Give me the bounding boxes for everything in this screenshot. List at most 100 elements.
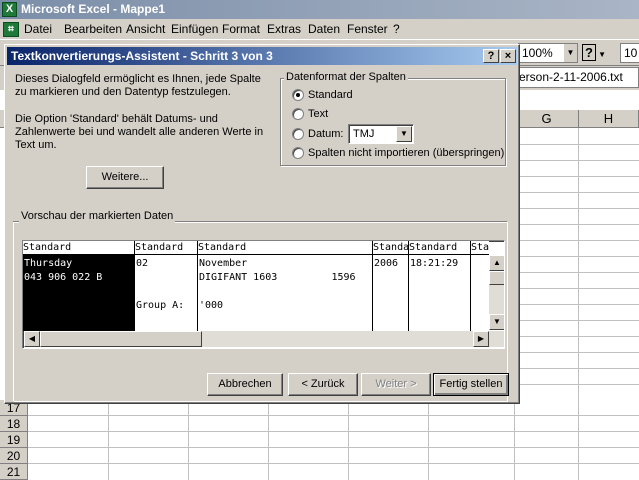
preview-cell: Thursday bbox=[24, 258, 73, 269]
menu-einfuegen[interactable]: Einfügen bbox=[171, 22, 218, 37]
excel-app-icon[interactable]: X bbox=[2, 2, 17, 17]
excel-title-bar: X Microsoft Excel - Mappe1 bbox=[0, 0, 639, 19]
preview-label: Vorschau der markierten Daten bbox=[19, 210, 176, 223]
gridline bbox=[520, 160, 639, 161]
intro-text: Dieses Dialogfeld ermöglicht es Ihnen, j… bbox=[15, 73, 261, 98]
zoom-select[interactable]: 100% ▼ bbox=[518, 43, 578, 63]
info-text: Die Option 'Standard' behält Datums- und… bbox=[15, 113, 264, 151]
zoom-value: 100% bbox=[522, 46, 553, 60]
scroll-thumb[interactable] bbox=[489, 271, 504, 285]
preview-column-6[interactable]: Standa bbox=[471, 241, 489, 331]
gridline bbox=[28, 463, 639, 464]
gridline bbox=[428, 398, 429, 480]
scroll-left-icon[interactable]: ◀ bbox=[24, 331, 40, 347]
menu-datei[interactable]: Datei bbox=[24, 22, 52, 37]
radio-skip[interactable]: Spalten nicht importieren (überspringen) bbox=[292, 146, 504, 161]
radio-standard-label: Standard bbox=[308, 89, 353, 101]
menu-format[interactable]: Format bbox=[222, 22, 260, 37]
gridline bbox=[520, 304, 639, 305]
preview-cell: November bbox=[199, 258, 248, 269]
preview-cell: '000 bbox=[199, 300, 224, 311]
preview-column-header: Standa bbox=[471, 241, 489, 255]
gridline bbox=[520, 176, 639, 177]
date-format-value: TMJ bbox=[353, 128, 375, 140]
menu-daten[interactable]: Daten bbox=[308, 22, 340, 37]
radio-selected-icon bbox=[292, 89, 304, 101]
chevron-down-icon: ▼ bbox=[563, 44, 577, 62]
menu-extras[interactable]: Extras bbox=[267, 22, 301, 37]
menu-ansicht[interactable]: Ansicht bbox=[126, 22, 165, 37]
row-header-18[interactable]: 18 bbox=[0, 416, 28, 432]
excel-window-title: Microsoft Excel - Mappe1 bbox=[21, 2, 166, 16]
text-import-wizard-dialog: Textkonvertierungs-Assistent - Schritt 3… bbox=[4, 44, 520, 404]
menu-help[interactable]: ? bbox=[393, 22, 400, 37]
dialog-help-button[interactable]: ? bbox=[483, 49, 499, 63]
gridline bbox=[520, 320, 639, 321]
preview-cell: 02 bbox=[136, 258, 149, 269]
radio-standard[interactable]: Standard bbox=[292, 88, 492, 103]
back-button[interactable]: < Zurück bbox=[288, 373, 358, 396]
preview-cell: Group A: bbox=[136, 300, 185, 311]
chevron-down-icon[interactable]: ▼ bbox=[396, 126, 412, 142]
gridline bbox=[348, 398, 349, 480]
menu-bearbeiten[interactable]: Bearbeiten bbox=[64, 22, 122, 37]
row-header-21[interactable]: 21 bbox=[0, 464, 28, 480]
font-size-select[interactable]: 10 bbox=[620, 43, 639, 63]
dialog-title: Textkonvertierungs-Assistent - Schritt 3… bbox=[11, 49, 273, 63]
gridline bbox=[520, 336, 639, 337]
radio-unselected-icon bbox=[292, 128, 304, 140]
preview-horizontal-scrollbar[interactable]: ◀ ▶ bbox=[24, 331, 504, 347]
gridline bbox=[520, 352, 639, 353]
finish-button[interactable]: Fertig stellen bbox=[433, 373, 509, 396]
formula-input[interactable]: erson-2-11-2006.txt bbox=[512, 67, 639, 88]
radio-date[interactable]: Datum: bbox=[292, 127, 352, 142]
radio-unselected-icon bbox=[292, 147, 304, 159]
gridline bbox=[108, 398, 109, 480]
preview-column-3[interactable]: Standard November DIGIFANT 1603 1596 '00… bbox=[198, 241, 373, 331]
help-button[interactable]: ? ▼ bbox=[582, 43, 610, 63]
preview-column-4[interactable]: Standard 2006 bbox=[373, 241, 409, 331]
preview-column-header: Standard bbox=[135, 241, 197, 255]
workbook-icon[interactable]: ⌗ bbox=[3, 22, 19, 37]
column-header-g[interactable]: G bbox=[515, 110, 579, 128]
preview-column-header: Standard bbox=[409, 241, 470, 255]
preview-column-2[interactable]: Standard 02 Group A: bbox=[135, 241, 198, 331]
row-header-20[interactable]: 20 bbox=[0, 448, 28, 464]
scroll-right-icon[interactable]: ▶ bbox=[473, 331, 489, 347]
gridline bbox=[520, 272, 639, 273]
gridline bbox=[520, 240, 639, 241]
row-header-19[interactable]: 19 bbox=[0, 432, 28, 448]
next-button[interactable]: Weiter > bbox=[361, 373, 431, 396]
column-header-h[interactable]: H bbox=[579, 110, 639, 128]
radio-text[interactable]: Text bbox=[292, 107, 492, 122]
radio-text-label: Text bbox=[308, 108, 329, 120]
font-size-value: 10 bbox=[624, 46, 638, 60]
dialog-title-bar[interactable]: Textkonvertierungs-Assistent - Schritt 3… bbox=[7, 47, 517, 65]
preview-area[interactable]: Standard Thursday 043 906 022 B Standard… bbox=[22, 240, 505, 349]
gridline bbox=[520, 144, 639, 145]
preview-cell: 2006 bbox=[374, 258, 399, 269]
gridline bbox=[28, 431, 639, 432]
cancel-button[interactable]: Abbrechen bbox=[207, 373, 283, 396]
more-button[interactable]: Weitere... bbox=[86, 166, 164, 189]
gridline bbox=[520, 384, 639, 385]
radio-unselected-icon bbox=[292, 108, 304, 120]
preview-column-5[interactable]: Standard 18:21:29 bbox=[409, 241, 471, 331]
preview-vertical-scrollbar[interactable]: ▲ ▼ bbox=[489, 255, 504, 330]
menu-fenster[interactable]: Fenster bbox=[347, 22, 388, 37]
gridline bbox=[268, 398, 269, 480]
preview-column-1[interactable]: Standard Thursday 043 906 022 B bbox=[23, 241, 135, 331]
scroll-thumb[interactable] bbox=[40, 331, 202, 347]
preview-column-header: Standard bbox=[23, 241, 134, 255]
preview-cell: 18:21:29 bbox=[410, 258, 459, 269]
preview-cell: 043 906 022 B bbox=[24, 272, 103, 283]
help-icon: ? bbox=[582, 44, 596, 61]
dialog-close-button[interactable]: × bbox=[500, 49, 516, 63]
preview-column-header: Standard bbox=[373, 241, 408, 255]
gridline bbox=[520, 208, 639, 209]
scroll-up-icon[interactable]: ▲ bbox=[489, 255, 504, 271]
format-group-label: Datenformat der Spalten bbox=[284, 71, 408, 84]
scroll-down-icon[interactable]: ▼ bbox=[489, 314, 504, 330]
preview-cell: DIGIFANT 1603 1596 bbox=[199, 272, 356, 283]
date-format-select[interactable]: TMJ ▼ bbox=[348, 124, 414, 144]
